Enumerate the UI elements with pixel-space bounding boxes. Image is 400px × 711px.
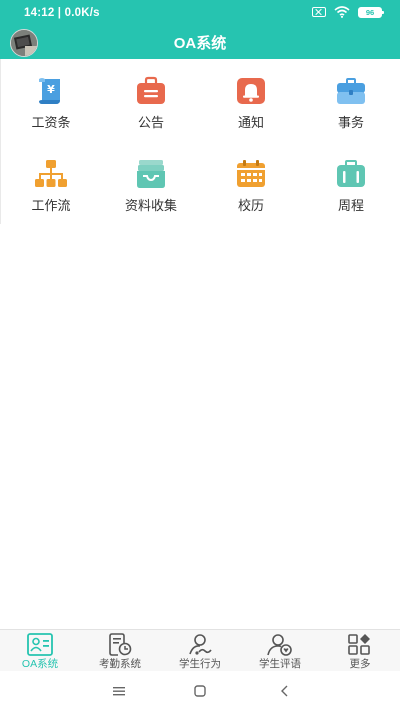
oa-contact-card-icon [27, 633, 53, 656]
tab-more[interactable]: 更多 [320, 630, 400, 672]
grid-item-label: 资料收集 [124, 198, 177, 213]
tab-label: 考勤系统 [99, 658, 141, 670]
tab-label: OA系统 [21, 658, 59, 670]
grid-item-label: 校历 [237, 198, 264, 213]
announcement-icon [137, 76, 165, 104]
svg-text:¥: ¥ [47, 83, 55, 96]
grid-item-label: 工资条 [31, 115, 71, 130]
payslip-icon: ¥ [39, 78, 60, 104]
sim-off-icon [312, 7, 326, 17]
grid-item-school-calendar[interactable]: 校历 [201, 142, 301, 213]
notification-bell-icon [237, 78, 265, 104]
grid-item-workflow[interactable]: 工作流 [1, 142, 101, 213]
grid-item-label: 周程 [337, 198, 364, 213]
page-title: OA系统 [173, 35, 227, 52]
status-icons: 96 [312, 6, 384, 18]
grid-item-label: 工作流 [31, 198, 71, 213]
grid-item-label: 通知 [237, 115, 264, 130]
more-grid-icon [348, 634, 370, 655]
tab-attendance-system[interactable]: 考勤系统 [80, 630, 160, 672]
bottom-tab-bar: OA系统 考勤系统 学生行为 学生评语 更多 [0, 629, 400, 671]
status-time-speed: 14:12 | 0.0K/s [24, 7, 100, 19]
tab-label: 学生行为 [179, 658, 221, 670]
tab-student-behavior[interactable]: 学生行为 [160, 630, 240, 672]
grid-item-weekly-schedule[interactable]: 周程 [301, 142, 400, 213]
grid-item-label: 公告 [137, 115, 164, 130]
grid-item-affairs[interactable]: 事务 [301, 59, 400, 130]
status-bar: 14:12 | 0.0K/s 96 [0, 0, 400, 26]
home-icon[interactable] [191, 683, 209, 699]
student-behavior-icon [189, 634, 212, 655]
workflow-icon [35, 160, 67, 187]
app-header: OA系统 [0, 26, 400, 59]
calendar-icon [237, 160, 265, 187]
attendance-clock-icon [109, 633, 132, 656]
wifi-icon [334, 6, 350, 18]
tab-oa-system[interactable]: OA系统 [0, 630, 80, 672]
menu-icon[interactable] [110, 683, 128, 699]
grid-item-announcement[interactable]: 公告 [101, 59, 201, 130]
grid-item-payslip[interactable]: ¥ 工资条 [1, 59, 101, 130]
function-grid: ¥ 工资条 公告 通知 事务 工作流 资料收集 校历 周程 [0, 59, 400, 224]
grid-item-label: 事务 [337, 115, 364, 130]
inbox-tray-icon [137, 160, 165, 188]
tab-label: 学生评语 [259, 658, 301, 670]
back-icon[interactable] [276, 683, 294, 699]
system-nav-bar [0, 671, 400, 711]
student-comment-icon [267, 634, 292, 656]
battery-icon: 96 [358, 6, 384, 18]
grid-item-notification[interactable]: 通知 [201, 59, 301, 130]
weekly-schedule-icon [337, 160, 365, 187]
grid-item-data-collection[interactable]: 资料收集 [101, 142, 201, 213]
briefcase-icon [337, 78, 365, 104]
tab-label: 更多 [349, 658, 371, 670]
tab-student-comment[interactable]: 学生评语 [240, 630, 320, 672]
